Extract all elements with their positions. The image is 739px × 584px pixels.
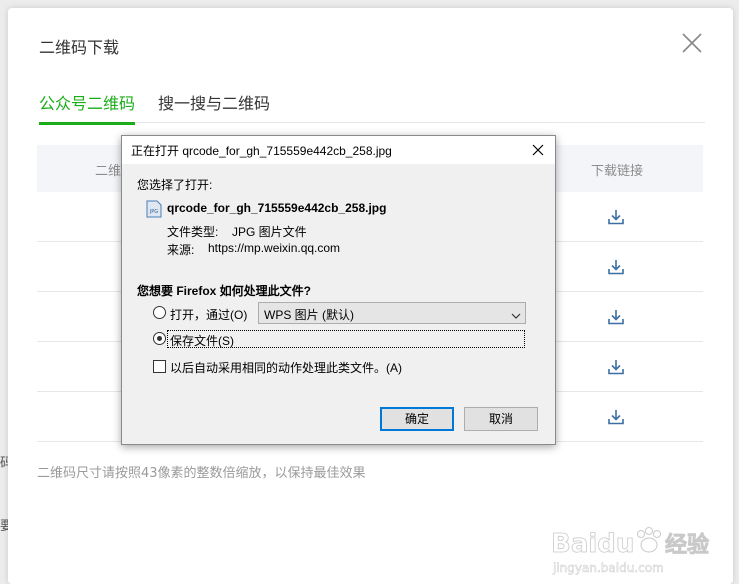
tab-official-account-qrcode[interactable]: 公众号二维码 (39, 90, 136, 125)
jpg-file-icon: JPG (146, 200, 162, 218)
auto-action-label[interactable]: 以后自动采用相同的动作处理此类文件。(A) (170, 359, 402, 376)
watermark-url: jingyan.baidu.com (552, 561, 664, 575)
dialog-title: 正在打开 qrcode_for_gh_715559e442cb_258.jpg (131, 144, 392, 158)
download-icon[interactable] (607, 258, 625, 276)
svg-text:JPG: JPG (149, 209, 158, 215)
chevron-down-icon (511, 308, 521, 319)
save-file-radio[interactable] (153, 332, 166, 345)
paw-icon (637, 527, 661, 553)
download-icon[interactable] (607, 408, 625, 426)
file-name: qrcode_for_gh_715559e442cb_258.jpg (167, 201, 387, 215)
open-with-radio[interactable] (153, 306, 166, 319)
file-type-value: JPG 图片文件 (232, 225, 307, 239)
source-value: https://mp.weixin.qq.com (208, 241, 341, 255)
open-with-app-select[interactable]: WPS 图片 (默认) (258, 302, 526, 324)
firefox-open-file-dialog: 正在打开 qrcode_for_gh_715559e442cb_258.jpg … (121, 135, 556, 445)
size-tip: 二维码尺寸请按照43像素的整数倍缩放，以保持最佳效果 (37, 466, 366, 481)
column-header: 下载链接 (591, 164, 644, 179)
auto-action-checkbox[interactable] (153, 360, 166, 373)
watermark-brand-cn: 经验 (665, 532, 709, 558)
save-file-label[interactable]: 保存文件(S) (170, 332, 234, 349)
source-label: 来源: (167, 243, 195, 257)
download-icon[interactable] (607, 308, 625, 326)
download-icon[interactable] (607, 358, 625, 376)
tab-bar: 公众号二维码 搜一搜与二维码 (39, 90, 705, 125)
watermark-brand: Baidu (551, 529, 634, 559)
file-type-label: 文件类型: (167, 225, 219, 239)
close-icon[interactable] (521, 136, 555, 164)
column-header: 二维 (95, 164, 122, 179)
handling-question: 您想要 Firefox 如何处理此文件? (137, 284, 312, 298)
baidu-jingyan-watermark: Baidu 经验 jingyan.baidu.com (549, 522, 719, 578)
selected-app: WPS 图片 (默认) (264, 308, 354, 322)
tab-search-qrcode[interactable]: 搜一搜与二维码 (158, 90, 270, 122)
ok-button[interactable]: 确定 (380, 407, 454, 431)
close-icon[interactable] (681, 32, 703, 54)
you-chose-label: 您选择了打开: (137, 178, 213, 192)
cancel-button[interactable]: 取消 (464, 407, 538, 431)
download-icon[interactable] (607, 208, 625, 226)
open-with-label[interactable]: 打开，通过(O) (170, 306, 247, 323)
dialog-titlebar: 正在打开 qrcode_for_gh_715559e442cb_258.jpg (122, 136, 555, 164)
modal-title: 二维码下载 (39, 38, 120, 57)
